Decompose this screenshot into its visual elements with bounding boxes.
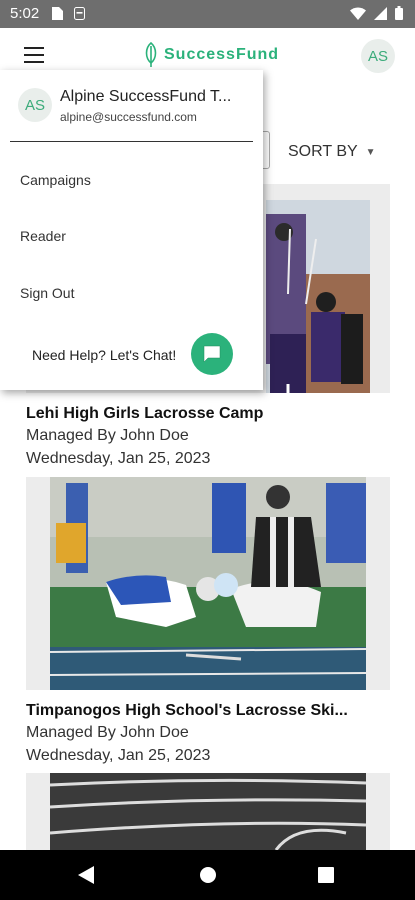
menu-item-reader[interactable]: Reader: [20, 228, 66, 244]
status-time: 5:02: [10, 5, 40, 22]
home-icon[interactable]: [199, 866, 217, 884]
campaign-manager: Managed By John Doe: [26, 724, 189, 741]
campaign-date: Wednesday, Jan 25, 2023: [26, 747, 211, 764]
campaign-date: Wednesday, Jan 25, 2023: [26, 450, 211, 467]
system-nav-bar: [0, 850, 415, 900]
account-email: alpine@successfund.com: [60, 110, 197, 124]
recents-icon[interactable]: [318, 867, 334, 883]
campaign-title[interactable]: Timpanogos High School's Lacrosse Ski...: [26, 702, 348, 720]
chat-icon: [203, 345, 221, 363]
brand-name: SuccessFund: [164, 46, 280, 63]
menu-item-sign-out[interactable]: Sign Out: [20, 285, 74, 301]
leaf-icon: [145, 42, 157, 67]
drawer-divider: [10, 141, 253, 142]
profile-avatar[interactable]: AS: [361, 39, 395, 73]
chat-button[interactable]: [191, 333, 233, 375]
menu-item-campaigns[interactable]: Campaigns: [20, 172, 91, 188]
campaign-manager: Managed By John Doe: [26, 427, 189, 444]
account-name: Alpine SuccessFund T...: [60, 88, 232, 105]
sort-by-label: SORT BY: [288, 143, 358, 160]
caret-down-icon: ▼: [365, 146, 376, 158]
sort-by-dropdown[interactable]: SORT BY ▼: [288, 143, 376, 161]
help-text: Need Help? Let's Chat!: [32, 347, 177, 363]
brand-logo: SuccessFund: [144, 42, 279, 68]
hamburger-icon[interactable]: [24, 47, 44, 63]
storage-icon: [74, 7, 85, 20]
back-icon[interactable]: [78, 866, 94, 884]
battery-icon: [395, 6, 403, 20]
signal-icon: [374, 6, 387, 20]
navigation-drawer: AS Alpine SuccessFund T... alpine@succes…: [0, 70, 263, 390]
drawer-avatar: AS: [18, 88, 52, 122]
campaign-image[interactable]: [26, 477, 390, 690]
campaign-title[interactable]: Lehi High Girls Lacrosse Camp: [26, 405, 263, 423]
campaign-image[interactable]: [26, 773, 390, 850]
wifi-icon: [350, 7, 366, 20]
sim-icon: [52, 7, 63, 20]
status-bar: 5:02: [0, 0, 415, 28]
